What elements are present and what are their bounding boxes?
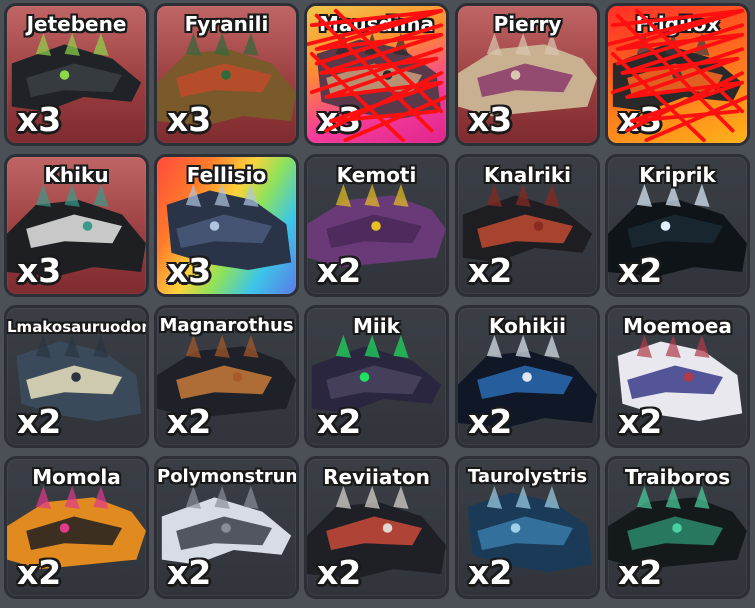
- creature-name: Kohikii: [489, 314, 566, 338]
- creature-name: Moemoea: [623, 314, 732, 338]
- quantity-label: x2: [468, 553, 513, 592]
- creature-name: Magnarothus: [159, 315, 294, 336]
- creature-card[interactable]: Pierry x3: [455, 3, 600, 146]
- quantity-label: x2: [618, 553, 663, 592]
- creature-name: Fyranili: [184, 12, 269, 36]
- creature-name: Traiboros: [624, 465, 731, 489]
- quantity-label: x3: [167, 251, 212, 290]
- creature-card[interactable]: Miik x2: [304, 305, 449, 448]
- creature-card[interactable]: Moemoea x2: [605, 305, 750, 448]
- creature-name: Lmakosauruodon: [7, 318, 149, 336]
- creature-name: Reviiaton: [323, 465, 430, 489]
- quantity-label: x3: [468, 100, 513, 139]
- creature-card[interactable]: Kemoti x2: [304, 154, 449, 297]
- creature-card[interactable]: Reviiaton x2: [304, 456, 449, 599]
- creature-card[interactable]: Momola x2: [4, 456, 149, 599]
- creature-card[interactable]: Khiku x3: [4, 154, 149, 297]
- creature-card[interactable]: Taurolystris x2: [455, 456, 600, 599]
- quantity-label: x2: [317, 251, 362, 290]
- quantity-label: x2: [618, 402, 663, 441]
- creature-name: Khiku: [44, 163, 109, 187]
- creature-card[interactable]: Fellisio x3: [154, 154, 299, 297]
- quantity-label: x2: [468, 402, 513, 441]
- quantity-label: x3: [17, 100, 62, 139]
- creature-card[interactable]: Traiboros x2: [605, 456, 750, 599]
- creature-card[interactable]: Kriprik x2: [605, 154, 750, 297]
- creature-card[interactable]: Polymonstrum x2: [154, 456, 299, 599]
- creature-name: Frigilox: [635, 12, 720, 36]
- creature-name: Pierry: [493, 12, 562, 36]
- quantity-label: x2: [17, 402, 62, 441]
- creature-name: Kemoti: [336, 163, 417, 187]
- quantity-label: x3: [167, 100, 212, 139]
- creature-card[interactable]: Frigilox x3: [605, 3, 750, 146]
- creature-card[interactable]: Jetebene x3: [4, 3, 149, 146]
- inventory-grid: Jetebene x3 Fyranili x3 Mausdima x3 Pierry x3 Fr…: [0, 0, 755, 608]
- creature-name: Mausdima: [318, 12, 435, 36]
- quantity-label: x2: [167, 553, 212, 592]
- quantity-label: x2: [167, 402, 212, 441]
- creature-card[interactable]: Lmakosauruodon x2: [4, 305, 149, 448]
- creature-name: Knalriki: [484, 163, 571, 187]
- quantity-label: x3: [317, 100, 362, 139]
- creature-name: Taurolystris: [467, 466, 588, 487]
- quantity-label: x2: [468, 251, 513, 290]
- creature-name: Miik: [353, 314, 400, 338]
- creature-card[interactable]: Knalriki x2: [455, 154, 600, 297]
- quantity-label: x3: [17, 251, 62, 290]
- creature-name: Momola: [32, 465, 121, 489]
- quantity-label: x2: [618, 251, 663, 290]
- quantity-label: x2: [17, 553, 62, 592]
- quantity-label: x2: [317, 402, 362, 441]
- creature-name: Polymonstrum: [157, 466, 299, 487]
- creature-card[interactable]: Fyranili x3: [154, 3, 299, 146]
- creature-card[interactable]: Kohikii x2: [455, 305, 600, 448]
- creature-name: Kriprik: [639, 163, 716, 187]
- creature-card[interactable]: Mausdima x3: [304, 3, 449, 146]
- creature-name: Jetebene: [26, 12, 127, 36]
- quantity-label: x3: [618, 100, 663, 139]
- quantity-label: x2: [317, 553, 362, 592]
- creature-card[interactable]: Magnarothus x2: [154, 305, 299, 448]
- creature-name: Fellisio: [186, 163, 267, 187]
